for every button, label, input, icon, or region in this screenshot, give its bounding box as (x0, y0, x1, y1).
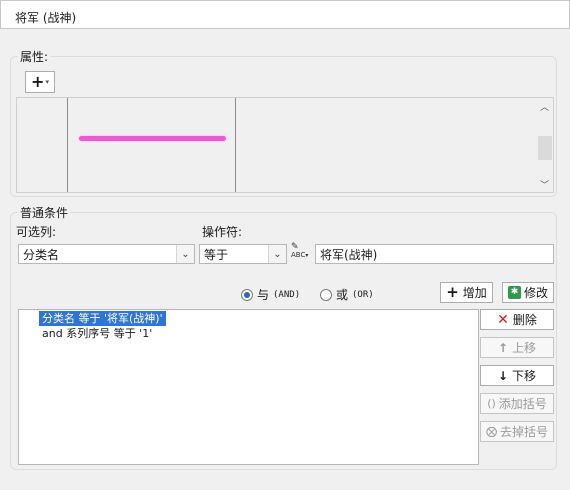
modify-condition-label: 修改 (523, 286, 548, 300)
selectable-column-label: 可选列: (16, 225, 57, 239)
condition-list[interactable]: 分类名 等于 '将军(战神)' and 系列序号 等于 '1' (18, 309, 479, 465)
abc-value-type-icon[interactable]: ✎ ABC▾ (291, 243, 313, 265)
radio-and-code: (AND) (273, 289, 301, 300)
plus-icon: + (31, 72, 45, 91)
move-up-label: 上移 (512, 341, 537, 355)
scroll-down-icon[interactable]: ﹀ (536, 178, 553, 192)
delete-button[interactable]: ✕ 删除 (480, 309, 554, 330)
properties-table[interactable]: ︿ ﹀ (16, 97, 554, 193)
delete-label: 删除 (512, 313, 537, 327)
chevron-down-icon[interactable]: ⌄ (176, 245, 194, 263)
dropdown-arrow-icon: ▾ (45, 78, 49, 86)
add-condition-label: 增加 (462, 286, 487, 300)
list-item[interactable]: 分类名 等于 '将军(战神)' (39, 311, 166, 326)
window-title: 将军 (战神) (15, 11, 77, 25)
edit-gear-icon: ✱ (507, 286, 521, 299)
add-condition-button[interactable]: + 增加 (440, 282, 493, 303)
add-property-button[interactable]: + ▾ (25, 71, 55, 93)
condition-value-input[interactable]: 将军(战神) (315, 244, 554, 264)
list-item-text: 分类名 等于 '将军(战神)' (42, 312, 163, 325)
column-select[interactable]: 分类名 ⌄ (18, 244, 195, 264)
plus-icon: + (446, 283, 459, 301)
remove-parentheses-icon: ⨂ (485, 425, 497, 438)
operator-select[interactable]: 等于 ⌄ (199, 244, 287, 264)
properties-column-divider (235, 98, 236, 192)
properties-column-divider (67, 98, 68, 192)
list-item[interactable]: and 系列序号 等于 '1' (39, 326, 155, 341)
radio-or-code: (OR) (352, 289, 374, 300)
chevron-down-icon[interactable]: ⌄ (268, 245, 286, 263)
add-bracket-label: 添加括号 (498, 397, 547, 411)
column-select-value: 分类名 (23, 247, 60, 262)
move-down-button[interactable]: ↓ 下移 (480, 365, 554, 386)
radio-or-label: 或 (336, 288, 349, 302)
radio-and-indicator[interactable] (241, 288, 253, 301)
properties-label: 属性: (18, 48, 51, 65)
conditions-label: 普通条件 (18, 204, 71, 221)
properties-scrollbar[interactable]: ︿ ﹀ (536, 98, 553, 192)
radio-or-indicator[interactable] (320, 288, 332, 301)
radio-and[interactable]: 与 (AND) (241, 286, 300, 303)
operator-select-value: 等于 (204, 247, 229, 262)
scrollbar-thumb[interactable] (538, 136, 552, 160)
arrow-up-icon: ↑ (497, 340, 509, 355)
condition-value-text: 将军(战神) (320, 247, 378, 262)
add-bracket-button[interactable]: () 添加括号 (480, 393, 554, 414)
close-icon: ✕ (497, 311, 509, 328)
parentheses-icon: () (487, 397, 496, 410)
arrow-down-icon: ↓ (497, 368, 509, 383)
radio-or[interactable]: 或 (OR) (320, 286, 374, 303)
move-up-button[interactable]: ↑ 上移 (480, 337, 554, 358)
list-item-text: and 系列序号 等于 '1' (42, 327, 153, 340)
move-down-label: 下移 (512, 369, 537, 383)
remove-bracket-label: 去掉括号 (499, 425, 548, 439)
operator-label: 操作符: (202, 225, 243, 239)
window-title-bar: 将军 (战神) (0, 0, 570, 29)
radio-and-label: 与 (257, 288, 270, 302)
remove-bracket-button[interactable]: ⨂ 去掉括号 (480, 421, 554, 442)
modify-condition-button[interactable]: ✱ 修改 (502, 282, 554, 303)
scroll-up-icon[interactable]: ︿ (536, 100, 553, 114)
property-line-preview[interactable] (79, 136, 226, 141)
